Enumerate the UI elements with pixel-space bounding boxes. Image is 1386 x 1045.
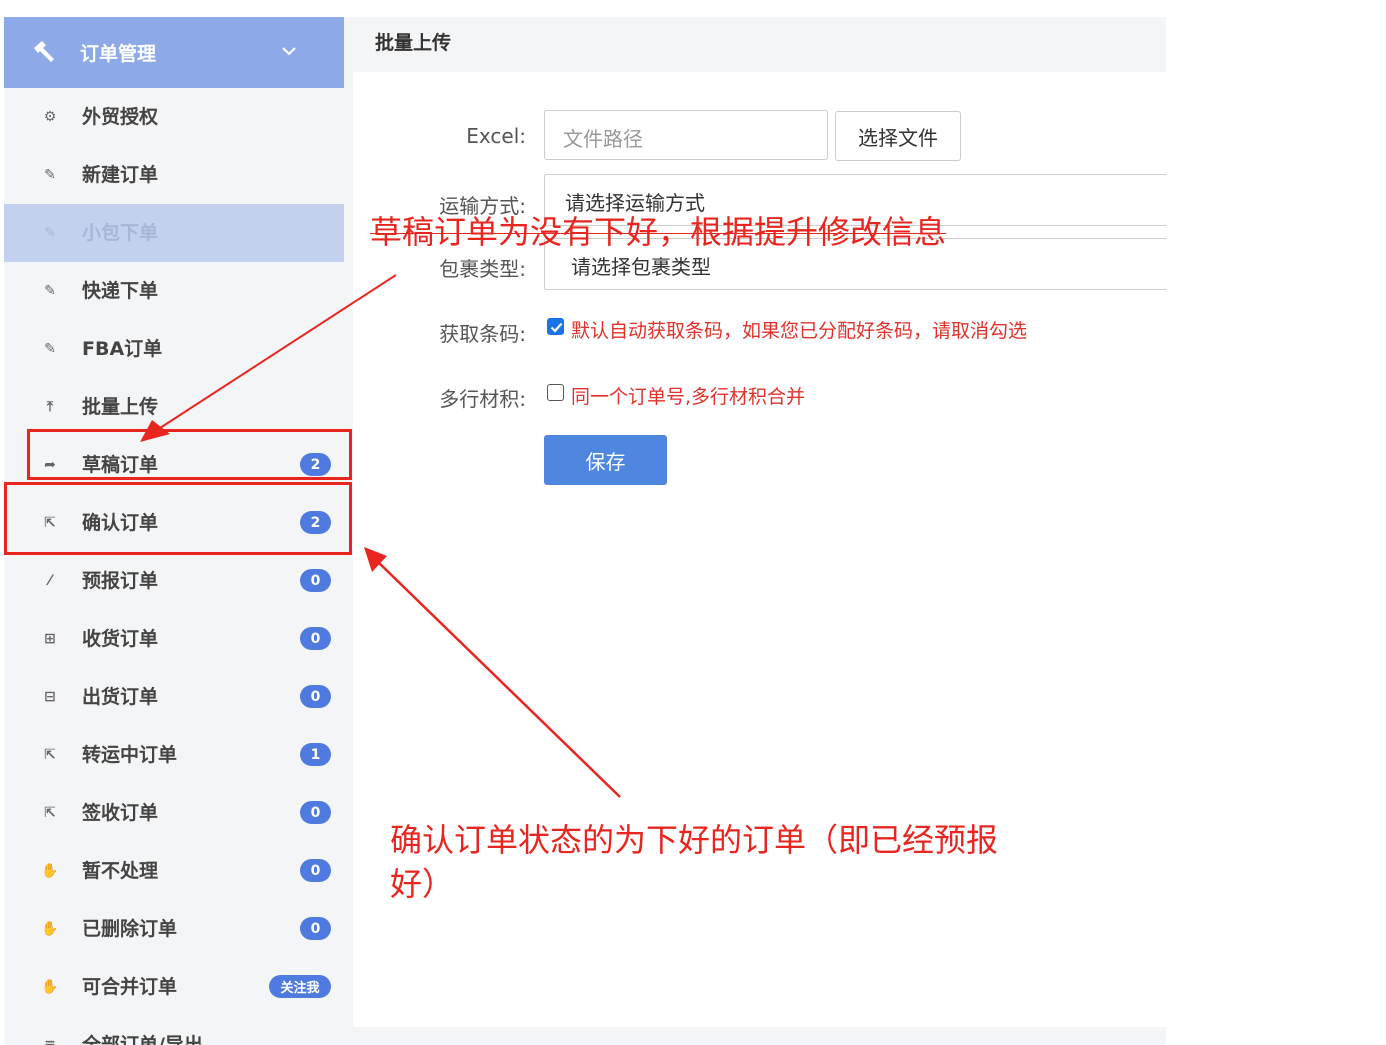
confirm-order-annotation-line2: 好） <box>390 865 455 903</box>
count-badge: 0 <box>300 859 331 882</box>
sidebar-item-label: 收货订单 <box>82 628 159 650</box>
share-square-icon: ⇱ <box>44 747 56 763</box>
sidebar-item-label: FBA订单 <box>82 338 163 360</box>
hand-icon: ✋ <box>41 863 59 879</box>
sidebar-item[interactable]: ⊟ 出货订单 0 <box>4 668 344 726</box>
page-header: 批量上传 <box>344 17 1166 72</box>
panel-footer-strip <box>344 1027 1166 1045</box>
sidebar-item[interactable]: ≡ 全部订单/导出 <box>4 1016 344 1045</box>
count-badge: 0 <box>300 917 331 940</box>
arrow-to-confirm-order <box>364 547 621 798</box>
barcode-option-text: 默认自动获取条码，如果您已分配好条码，请取消勾选 <box>571 320 1028 342</box>
chevron-down-icon[interactable] <box>280 42 298 60</box>
save-button[interactable]: 保存 <box>544 435 667 485</box>
sidebar-item[interactable]: ⁄ 预报订单 0 <box>4 552 344 610</box>
check-icon <box>550 322 563 333</box>
sidebar-item-label: 暂不处理 <box>82 860 159 882</box>
upload-icon: ⤒ <box>46 399 54 415</box>
file-path-input[interactable]: 文件路径 <box>544 110 828 160</box>
page-title: 批量上传 <box>375 32 452 54</box>
sidebar-item-label: 小包下单 <box>82 222 159 244</box>
sidebar-item-label: 外贸授权 <box>82 106 159 128</box>
sidebar-item-label: 批量上传 <box>82 396 159 418</box>
draft-order-highlight <box>27 429 352 480</box>
count-badge: 1 <box>300 743 331 766</box>
draft-order-annotation: 草稿订单为没有下好，根据提升修改信息 <box>370 213 947 251</box>
sidebar-item[interactable]: ⤒ 批量上传 <box>4 378 344 436</box>
count-badge: 0 <box>300 685 331 708</box>
confirm-order-highlight <box>4 482 352 555</box>
sidebar-item[interactable]: ✎ 新建订单 <box>4 146 344 204</box>
multi-volume-label: 多行材积: <box>439 387 526 411</box>
share-square-icon: ⇱ <box>44 805 56 821</box>
choose-file-button[interactable]: 选择文件 <box>835 111 961 161</box>
multi-volume-checkbox[interactable] <box>547 384 564 401</box>
gear-icon: ⚙ <box>43 109 57 125</box>
sidebar-item-label: 转运中订单 <box>82 744 178 766</box>
sidebar-header-order-management[interactable]: 订单管理 <box>4 17 344 88</box>
sidebar-item-label: 签收订单 <box>82 802 159 824</box>
edit-icon: ✎ <box>44 167 56 183</box>
barcode-label: 获取条码: <box>439 322 526 346</box>
edit-icon: ✎ <box>44 225 56 241</box>
sidebar-item[interactable]: ✎ 小包下单 <box>4 204 344 262</box>
wand-icon: ⁄ <box>48 573 52 589</box>
sidebar-item-label: 出货订单 <box>82 686 159 708</box>
sidebar-item[interactable]: ✎ 快递下单 <box>4 262 344 320</box>
excel-label: Excel: <box>466 124 526 148</box>
package-type-value: 请选择包裹类型 <box>571 255 711 279</box>
barcode-checkbox[interactable] <box>547 318 564 335</box>
sidebar-item[interactable]: ✎ FBA订单 <box>4 320 344 378</box>
sidebar-item-label: 新建订单 <box>82 164 159 186</box>
sidebar-item-label: 全部订单/导出 <box>82 1034 203 1045</box>
confirm-order-annotation-line1: 确认订单状态的为下好的订单（即已经预报 <box>390 821 999 859</box>
count-badge: 关注我 <box>269 975 331 998</box>
minus-square-icon: ⊟ <box>44 689 56 705</box>
panel-divider <box>344 72 353 1045</box>
hand-icon: ✋ <box>41 921 59 937</box>
hammer-icon <box>34 41 54 62</box>
count-badge: 0 <box>300 569 331 592</box>
sidebar-item[interactable]: ⇱ 转运中订单 1 <box>4 726 344 784</box>
list-icon: ≡ <box>44 1037 56 1045</box>
count-badge: 0 <box>300 801 331 824</box>
sidebar-item[interactable]: ✋ 已删除订单 0 <box>4 900 344 958</box>
sidebar-item[interactable]: ⊞ 收货订单 0 <box>4 610 344 668</box>
plus-square-icon: ⊞ <box>44 631 56 647</box>
multi-volume-option-text: 同一个订单号,多行材积合并 <box>571 386 806 408</box>
sidebar-item-label: 已删除订单 <box>82 918 178 940</box>
sidebar-item-label: 预报订单 <box>82 570 159 592</box>
count-badge: 0 <box>300 627 331 650</box>
edit-icon: ✎ <box>44 283 56 299</box>
sidebar-item[interactable]: ⚙ 外贸授权 <box>4 88 344 146</box>
hand-icon: ✋ <box>41 979 59 995</box>
sidebar-item-label: 快递下单 <box>82 280 159 302</box>
sidebar-item[interactable]: ⇱ 签收订单 0 <box>4 784 344 842</box>
edit-icon: ✎ <box>44 341 56 357</box>
sidebar-item[interactable]: ✋ 暂不处理 0 <box>4 842 344 900</box>
package-type-label: 包裹类型: <box>439 257 526 281</box>
sidebar-item[interactable]: ✋ 可合并订单 关注我 <box>4 958 344 1016</box>
sidebar-item-label: 可合并订单 <box>82 976 178 998</box>
sidebar-header-title: 订单管理 <box>80 43 157 65</box>
